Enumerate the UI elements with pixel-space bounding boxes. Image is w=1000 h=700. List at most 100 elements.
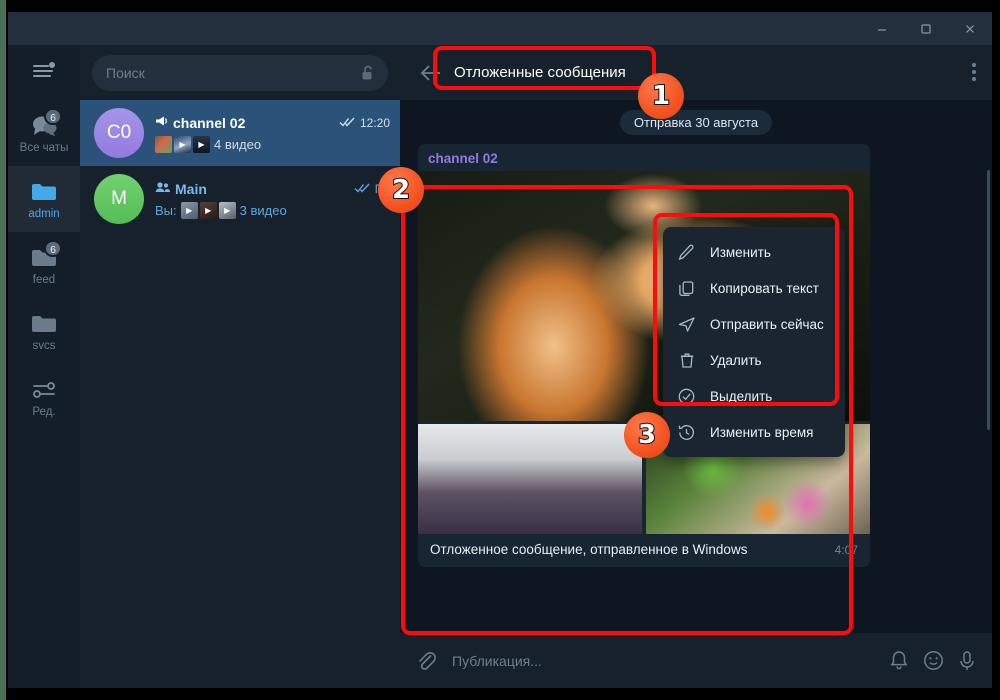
unlocked-padlock-icon[interactable] bbox=[360, 64, 376, 87]
send-paperplane-icon bbox=[677, 315, 696, 334]
conversation-header: Отложенные сообщения bbox=[400, 45, 992, 100]
double-check-icon bbox=[354, 180, 371, 198]
chat-item-top-line: Main Пн bbox=[155, 180, 390, 198]
sidebar-item-feed[interactable]: 6 feed bbox=[8, 232, 80, 298]
sidebar-item-edit-folders[interactable]: Ред. bbox=[8, 364, 80, 430]
conversation-pane: Отложенные сообщения Отправка 30 августа… bbox=[400, 45, 992, 688]
preview-thumbnail: ▶ bbox=[199, 201, 217, 219]
chat-item-preview-line: ▶ ▶ 4 видео bbox=[155, 135, 390, 153]
chat-item-time: 12:20 bbox=[359, 115, 390, 130]
chat-item-preview-prefix: Вы: bbox=[155, 202, 177, 218]
clock-history-icon bbox=[677, 423, 696, 442]
context-menu[interactable]: Изменить Копировать текст Отправить сейч… bbox=[663, 227, 845, 457]
sidebar-item-label: svcs bbox=[32, 339, 56, 352]
context-menu-item-send-now[interactable]: Отправить сейчас bbox=[663, 306, 845, 342]
search-input[interactable]: Поиск bbox=[92, 54, 388, 91]
context-menu-item-change-time[interactable]: Изменить время bbox=[663, 414, 845, 450]
chat-item-top-line: channel 02 12:20 bbox=[155, 114, 390, 132]
hamburger-menu-icon bbox=[31, 61, 57, 84]
maximize-button[interactable] bbox=[904, 12, 948, 45]
date-divider: Отправка 30 августа bbox=[619, 110, 773, 135]
chats-icon: 6 bbox=[29, 107, 62, 139]
paperclip-icon[interactable] bbox=[416, 650, 436, 672]
sidebar-item-label: Все чаты bbox=[19, 141, 69, 154]
context-menu-item-edit[interactable]: Изменить bbox=[663, 234, 845, 270]
context-menu-item-label: Изменить bbox=[710, 244, 771, 260]
chat-item-name: channel 02 bbox=[173, 114, 246, 131]
message-caption-row: Отложенное сообщение, отправленное в Win… bbox=[418, 534, 870, 567]
chat-item-preview: 4 видео bbox=[214, 136, 262, 152]
sidebar-item-label: Ред. bbox=[32, 405, 56, 418]
chat-item-preview-line: Вы: ▶ ▶ ▶ 3 видео bbox=[155, 201, 390, 219]
close-button[interactable] bbox=[948, 12, 992, 45]
window-controls bbox=[860, 12, 992, 45]
microphone-icon[interactable] bbox=[958, 650, 976, 672]
context-menu-item-label: Изменить время bbox=[710, 424, 814, 440]
sidebar-item-label: admin bbox=[28, 207, 60, 220]
folder-icon bbox=[29, 179, 59, 205]
avatar-initials: M bbox=[111, 188, 127, 209]
page-title: Отложенные сообщения bbox=[454, 64, 626, 81]
annotation-badge-3: 3 bbox=[624, 412, 670, 458]
preview-thumbnail: ▶ bbox=[174, 135, 191, 153]
copy-icon bbox=[677, 279, 696, 298]
preview-thumbnail: ▶ bbox=[218, 201, 236, 219]
composer-input[interactable]: Публикация... bbox=[452, 653, 875, 669]
double-check-icon bbox=[339, 114, 356, 132]
settings-sliders-icon bbox=[29, 377, 59, 403]
chat-item-status: 12:20 bbox=[339, 114, 390, 132]
bell-icon[interactable] bbox=[889, 650, 909, 671]
search-row: Поиск bbox=[80, 45, 400, 100]
folder-icon bbox=[29, 311, 59, 337]
context-menu-item-copy-text[interactable]: Копировать текст bbox=[663, 270, 845, 306]
sidebar-item-label: feed bbox=[32, 273, 56, 286]
chat-item-name: Main bbox=[175, 180, 207, 197]
chat-list-item-main[interactable]: M Main Пн bbox=[80, 166, 400, 232]
avatar: C0 bbox=[94, 108, 144, 158]
avatar-initials: C0 bbox=[106, 122, 132, 143]
chat-list-panel: Поиск C0 channel 02 12:20 ▶ ▶ 4 видео M … bbox=[80, 45, 400, 688]
smiley-icon[interactable] bbox=[923, 650, 944, 671]
message-time: 4:07 bbox=[834, 543, 858, 557]
group-people-icon bbox=[155, 180, 170, 198]
screenshot-root: 6 Все чаты admin 6 feed svcs Ред. Поиск … bbox=[0, 0, 1000, 700]
minimize-button[interactable] bbox=[860, 12, 904, 45]
context-menu-item-delete[interactable]: Удалить bbox=[663, 342, 845, 378]
telegram-desktop-window: 6 Все чаты admin 6 feed svcs Ред. Поиск … bbox=[8, 12, 992, 688]
message-scrollbar[interactable] bbox=[987, 170, 990, 430]
preview-thumbnail: ▶ bbox=[180, 201, 198, 219]
sidebar-item-all-chats[interactable]: 6 Все чаты bbox=[8, 100, 80, 166]
context-menu-item-label: Выделить bbox=[710, 388, 773, 404]
unread-badge: 6 bbox=[44, 107, 62, 125]
capture-edge-artifact bbox=[0, 0, 8, 700]
unread-badge: 6 bbox=[44, 239, 62, 257]
message-photo-city[interactable] bbox=[418, 424, 642, 534]
context-menu-item-select[interactable]: Выделить bbox=[663, 378, 845, 414]
back-arrow-icon[interactable] bbox=[414, 56, 448, 90]
sidebar-item-admin[interactable]: admin bbox=[8, 166, 80, 232]
search-placeholder: Поиск bbox=[106, 64, 145, 81]
preview-thumbnails: ▶ ▶ ▶ bbox=[180, 201, 236, 219]
sidebar-item-svcs[interactable]: svcs bbox=[8, 298, 80, 364]
context-menu-item-label: Отправить сейчас bbox=[710, 316, 824, 332]
annotation-badge-2: 2 bbox=[378, 167, 424, 213]
context-menu-item-label: Копировать текст bbox=[710, 280, 819, 296]
megaphone-icon bbox=[155, 114, 168, 132]
more-vertical-icon[interactable] bbox=[972, 63, 976, 81]
message-caption: Отложенное сообщение, отправленное в Win… bbox=[430, 542, 748, 557]
window-titlebar bbox=[8, 12, 992, 45]
folder-icon: 6 bbox=[29, 239, 62, 271]
preview-thumbnail bbox=[155, 135, 172, 153]
pencil-icon bbox=[677, 243, 696, 262]
chat-item-meta: channel 02 12:20 ▶ ▶ 4 видео bbox=[155, 114, 390, 153]
preview-thumbnails: ▶ ▶ bbox=[155, 135, 210, 153]
chat-item-meta: Main Пн Вы: ▶ ▶ ▶ bbox=[155, 180, 390, 219]
main-menu-button[interactable] bbox=[8, 45, 80, 100]
message-author: channel 02 bbox=[428, 151, 498, 166]
annotation-badge-1: 1 bbox=[638, 73, 684, 119]
context-menu-item-label: Удалить bbox=[710, 352, 762, 368]
chat-list-item-channel-02[interactable]: C0 channel 02 12:20 ▶ ▶ 4 видео bbox=[80, 100, 400, 166]
trash-icon bbox=[677, 351, 696, 370]
preview-thumbnail: ▶ bbox=[193, 135, 210, 153]
chat-item-preview: 3 видео bbox=[239, 202, 287, 218]
